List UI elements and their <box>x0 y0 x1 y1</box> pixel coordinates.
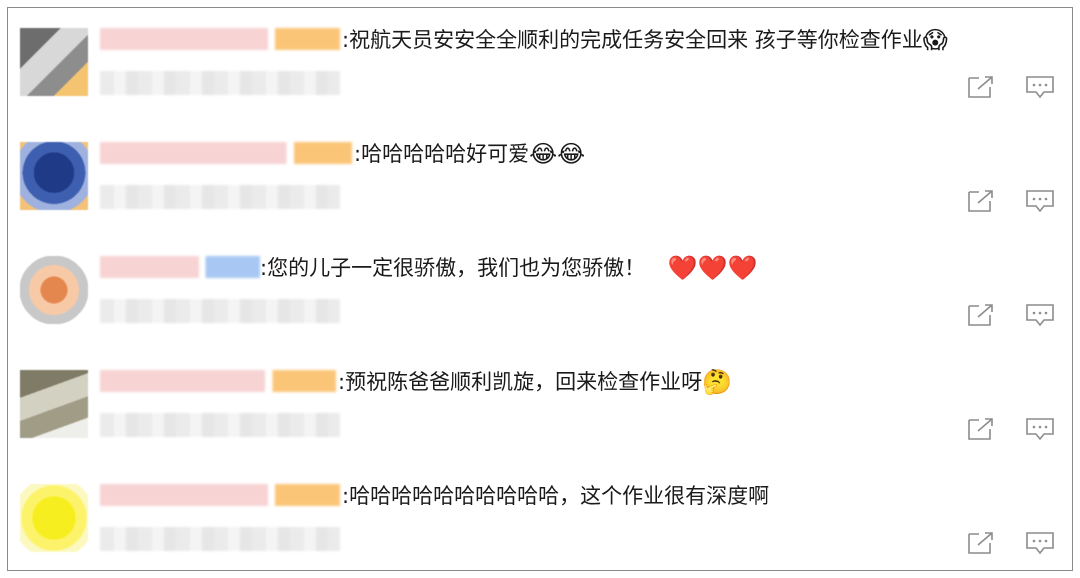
comment-icon[interactable] <box>1024 302 1056 328</box>
emoji: ❤️ <box>667 254 698 282</box>
username-blurred[interactable] <box>100 142 352 164</box>
username-blurred[interactable] <box>100 484 340 506</box>
emoji: 😂 <box>557 140 586 168</box>
share-icon[interactable] <box>966 416 996 442</box>
username-blurred[interactable] <box>100 370 336 392</box>
emoji: ❤️ <box>727 254 758 282</box>
meta-blurred <box>100 185 340 209</box>
share-icon[interactable] <box>966 530 996 556</box>
comment-text-body: :预祝陈爸爸顺利凯旋，回来检查作业呀 <box>338 370 703 394</box>
meta-blurred <box>100 299 340 323</box>
comment-icon[interactable] <box>1024 74 1056 100</box>
comment-icon[interactable] <box>1024 416 1056 442</box>
comment-text-body: :哈哈哈哈哈好可爱 <box>354 142 530 166</box>
emoji: ❤️ <box>697 254 728 282</box>
comment-icon[interactable] <box>1024 188 1056 214</box>
comment-text: :哈哈哈哈哈好可爱😂😂 <box>354 140 585 168</box>
comment-text-body: :祝航天员安安全全顺利的完成任务安全回来 孩子等你检查作业 <box>342 28 923 52</box>
share-icon[interactable] <box>966 74 996 100</box>
avatar[interactable] <box>20 142 88 210</box>
avatar[interactable] <box>20 28 88 96</box>
meta-blurred <box>100 413 340 437</box>
comment-text-body: :您的儿子一定很骄傲，我们也为您骄傲！ <box>260 256 646 280</box>
share-icon[interactable] <box>966 188 996 214</box>
comment-item: :祝航天员安安全全顺利的完成任务安全回来 孩子等你检查作业😱 <box>8 8 1074 122</box>
comment-text: :您的儿子一定很骄傲，我们也为您骄傲！ ❤️❤️❤️ <box>260 254 757 282</box>
avatar[interactable] <box>20 484 88 552</box>
comment-text: :预祝陈爸爸顺利凯旋，回来检查作业呀🤔 <box>338 368 732 396</box>
comment-item: :预祝陈爸爸顺利凯旋，回来检查作业呀🤔 <box>8 350 1074 464</box>
avatar[interactable] <box>20 256 88 324</box>
comment-text: :祝航天员安安全全顺利的完成任务安全回来 孩子等你检查作业😱 <box>342 26 948 54</box>
comment-item: :您的儿子一定很骄傲，我们也为您骄傲！ ❤️❤️❤️ <box>8 236 1074 350</box>
comment-list: :祝航天员安安全全顺利的完成任务安全回来 孩子等你检查作业😱 :哈哈哈哈哈好可爱… <box>7 7 1073 571</box>
comment-text-body: :哈哈哈哈哈哈哈哈哈哈，这个作业很有深度啊 <box>342 484 770 508</box>
username-blurred[interactable] <box>100 28 340 50</box>
emoji: 😱 <box>922 26 948 54</box>
meta-blurred <box>100 71 340 95</box>
comment-icon[interactable] <box>1024 530 1056 556</box>
avatar[interactable] <box>20 370 88 438</box>
comment-item: :哈哈哈哈哈哈哈哈哈哈，这个作业很有深度啊 <box>8 464 1074 578</box>
username-blurred[interactable] <box>100 256 260 278</box>
emoji: 🤔 <box>702 368 732 396</box>
share-icon[interactable] <box>966 302 996 328</box>
emoji: 😂 <box>529 140 558 168</box>
comment-text: :哈哈哈哈哈哈哈哈哈哈，这个作业很有深度啊 <box>342 482 769 510</box>
meta-blurred <box>100 527 340 551</box>
comment-item: :哈哈哈哈哈好可爱😂😂 <box>8 122 1074 236</box>
